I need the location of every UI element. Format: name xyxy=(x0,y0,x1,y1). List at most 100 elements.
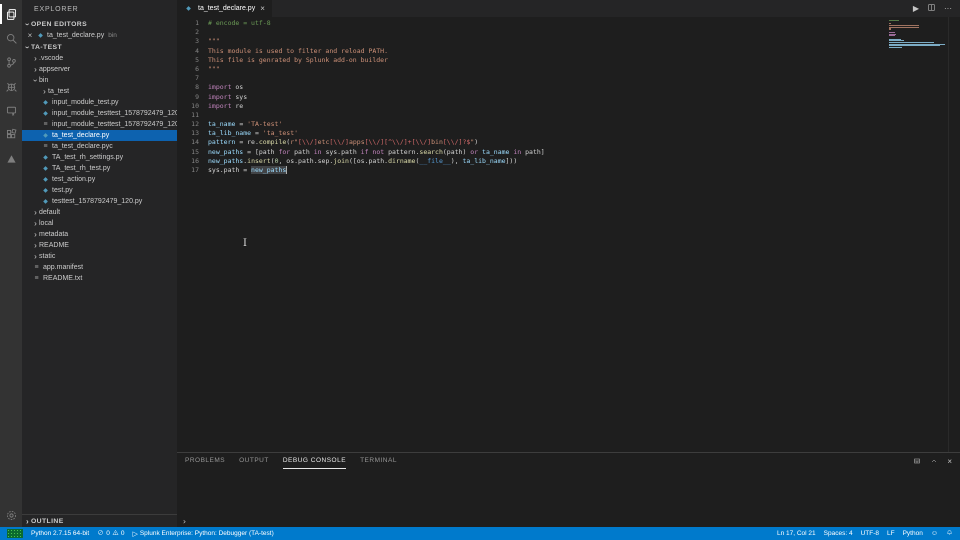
editor-group: ◆ ta_test_declare.py × ▶··· 1# encode = … xyxy=(177,0,960,527)
tree-item-ta_test_declare.pyc[interactable]: ≡ta_test_declare.pyc xyxy=(22,141,177,152)
line-text: This file is genrated by Splunk add-on b… xyxy=(199,56,388,65)
tree-item-testtest_1578792479_120.py[interactable]: ◆testtest_1578792479_120.py xyxy=(22,196,177,207)
tree-item-label: ta_test xyxy=(48,88,69,95)
debug-icon[interactable] xyxy=(0,74,22,98)
tree-item-bin[interactable]: ›bin xyxy=(22,75,177,86)
tree-item-TA_test_rh_settings.py[interactable]: ◆TA_test_rh_settings.py xyxy=(22,152,177,163)
minimap[interactable] xyxy=(889,20,947,49)
tree-item-input_module_testtest_1578792479_120.pyc[interactable]: ≡input_module_testtest_1578792479_120.py… xyxy=(22,119,177,130)
play-icon: ▶ xyxy=(913,4,919,13)
tree-item-ta_test[interactable]: ›ta_test xyxy=(22,86,177,97)
tree-item-ta_test_declare.py[interactable]: ◆ta_test_declare.py xyxy=(22,130,177,141)
python-interpreter[interactable]: Python 2.7.15 64-bit xyxy=(27,527,93,540)
line-number: 14 xyxy=(177,138,199,147)
feedback[interactable]: ☺ xyxy=(927,527,942,540)
encoding[interactable]: UTF-8 xyxy=(857,527,883,540)
splunk-extension-icon[interactable] xyxy=(0,146,22,170)
tab-ta-test-declare[interactable]: ◆ ta_test_declare.py × xyxy=(177,0,272,17)
project-section-header[interactable]: › TA-TEST xyxy=(22,41,177,53)
tree-item-label: TA_test_rh_settings.py xyxy=(52,154,123,161)
tree-item-README.txt[interactable]: ≡README.txt xyxy=(22,273,177,284)
tree-item-local[interactable]: ›local xyxy=(22,218,177,229)
tree-item-test_action.py[interactable]: ◆test_action.py xyxy=(22,174,177,185)
minimap-line xyxy=(889,28,891,29)
line-number: 5 xyxy=(177,56,199,65)
code-line-7: 7 xyxy=(177,74,960,83)
panel-view-icon[interactable] xyxy=(913,457,921,465)
tree-item-.vscode[interactable]: ›.vscode xyxy=(22,53,177,64)
panel-tab-debug-console[interactable]: DEBUG CONSOLE xyxy=(283,453,346,469)
panel-tab-output[interactable]: OUTPUT xyxy=(239,453,269,469)
tree-item-input_module_test.py[interactable]: ◆input_module_test.py xyxy=(22,97,177,108)
outline-header[interactable]: › OUTLINE xyxy=(22,515,177,527)
tree-item-app.manifest[interactable]: ≡app.manifest xyxy=(22,262,177,273)
tree-item-label: static xyxy=(39,253,55,260)
run-button[interactable]: ▶ xyxy=(913,4,919,13)
bottom-panel: PROBLEMS OUTPUT DEBUG CONSOLE TERMINAL × › xyxy=(177,452,960,527)
panel-tab-problems[interactable]: PROBLEMS xyxy=(185,453,225,469)
debug-console-input[interactable]: › xyxy=(177,516,960,527)
line-number: 9 xyxy=(177,93,199,102)
python-file-icon: ◆ xyxy=(184,5,193,12)
explorer-icon[interactable] xyxy=(0,2,22,26)
language-mode[interactable]: Python xyxy=(899,527,927,540)
chevron-right-icon: › xyxy=(41,87,48,96)
line-text: new_paths.insert(0, os.path.sep.join([os… xyxy=(199,157,517,166)
code-line-8: 8import os xyxy=(177,83,960,92)
more-actions-button[interactable]: ··· xyxy=(944,4,952,13)
text-caret xyxy=(286,166,287,174)
code-line-10: 10import re xyxy=(177,102,960,111)
cursor-position[interactable]: Ln 17, Col 21 xyxy=(773,527,820,540)
line-number: 17 xyxy=(177,166,199,175)
open-editor-folder-badge: bin xyxy=(108,32,117,39)
editor-scrollbar[interactable] xyxy=(948,17,960,452)
tree-item-metadata[interactable]: ›metadata xyxy=(22,229,177,240)
tree-item-test.py[interactable]: ◆test.py xyxy=(22,185,177,196)
chevron-down-icon: › xyxy=(23,21,32,28)
tree-item-static[interactable]: ›static xyxy=(22,251,177,262)
line-text: """ xyxy=(199,65,220,74)
close-icon[interactable]: × xyxy=(26,31,34,40)
maximize-panel-icon[interactable] xyxy=(930,457,938,465)
indentation[interactable]: Spaces: 4 xyxy=(820,527,857,540)
debug-configuration[interactable]: ▷Splunk Enterprise: Python: Debugger (TA… xyxy=(128,527,277,540)
python-file-icon: ◆ xyxy=(41,99,50,106)
notifications[interactable] xyxy=(942,527,957,540)
code-line-2: 2 xyxy=(177,28,960,37)
python-file-icon: ◆ xyxy=(41,110,50,117)
tree-item-default[interactable]: ›default xyxy=(22,207,177,218)
code-line-16: 16new_paths.insert(0, os.path.sep.join([… xyxy=(177,157,960,166)
file-icon: ≡ xyxy=(32,264,41,271)
tree-item-README[interactable]: ›README xyxy=(22,240,177,251)
remote-indicator[interactable] xyxy=(3,527,27,540)
open-editor-item[interactable]: × ◆ ta_test_declare.py bin xyxy=(22,30,177,41)
settings-gear-icon[interactable] xyxy=(0,503,22,527)
line-number: 3 xyxy=(177,37,199,46)
extensions-icon[interactable] xyxy=(0,122,22,146)
line-text: # encode = utf-8 xyxy=(199,19,271,28)
tree-item-TA_test_rh_test.py[interactable]: ◆TA_test_rh_test.py xyxy=(22,163,177,174)
remote-explorer-icon[interactable] xyxy=(0,98,22,122)
tree-item-label: test_action.py xyxy=(52,176,95,183)
tree-item-input_module_testtest_1578792479_120.py[interactable]: ◆input_module_testtest_1578792479_120.py xyxy=(22,108,177,119)
chevron-right-icon: › xyxy=(32,65,39,74)
eol-sequence[interactable]: LF xyxy=(883,527,899,540)
debug-console-output[interactable] xyxy=(177,469,960,516)
close-icon[interactable]: × xyxy=(260,4,265,13)
panel-tab-terminal[interactable]: TERMINAL xyxy=(360,453,397,469)
split-editor-button[interactable] xyxy=(927,3,936,14)
code-line-15: 15new_paths = [path for path in sys.path… xyxy=(177,148,960,157)
python-file-icon: ◆ xyxy=(41,132,50,139)
code-editor[interactable]: 1# encode = utf-823"""4This module is us… xyxy=(177,17,960,452)
open-editors-header[interactable]: › OPEN EDITORS xyxy=(22,18,177,30)
source-control-icon[interactable] xyxy=(0,50,22,74)
problems-summary[interactable]: 0 0 xyxy=(93,527,128,540)
tree-item-label: ta_test_declare.py xyxy=(52,132,109,139)
tree-item-appserver[interactable]: ›appserver xyxy=(22,64,177,75)
tree-item-label: metadata xyxy=(39,231,68,238)
tree-item-label: input_module_testtest_1578792479_120.pyc xyxy=(52,121,177,128)
code-content: 1# encode = utf-823"""4This module is us… xyxy=(177,17,960,175)
close-panel-icon[interactable]: × xyxy=(947,457,952,466)
remote-dots-icon xyxy=(7,529,23,538)
search-icon[interactable] xyxy=(0,26,22,50)
